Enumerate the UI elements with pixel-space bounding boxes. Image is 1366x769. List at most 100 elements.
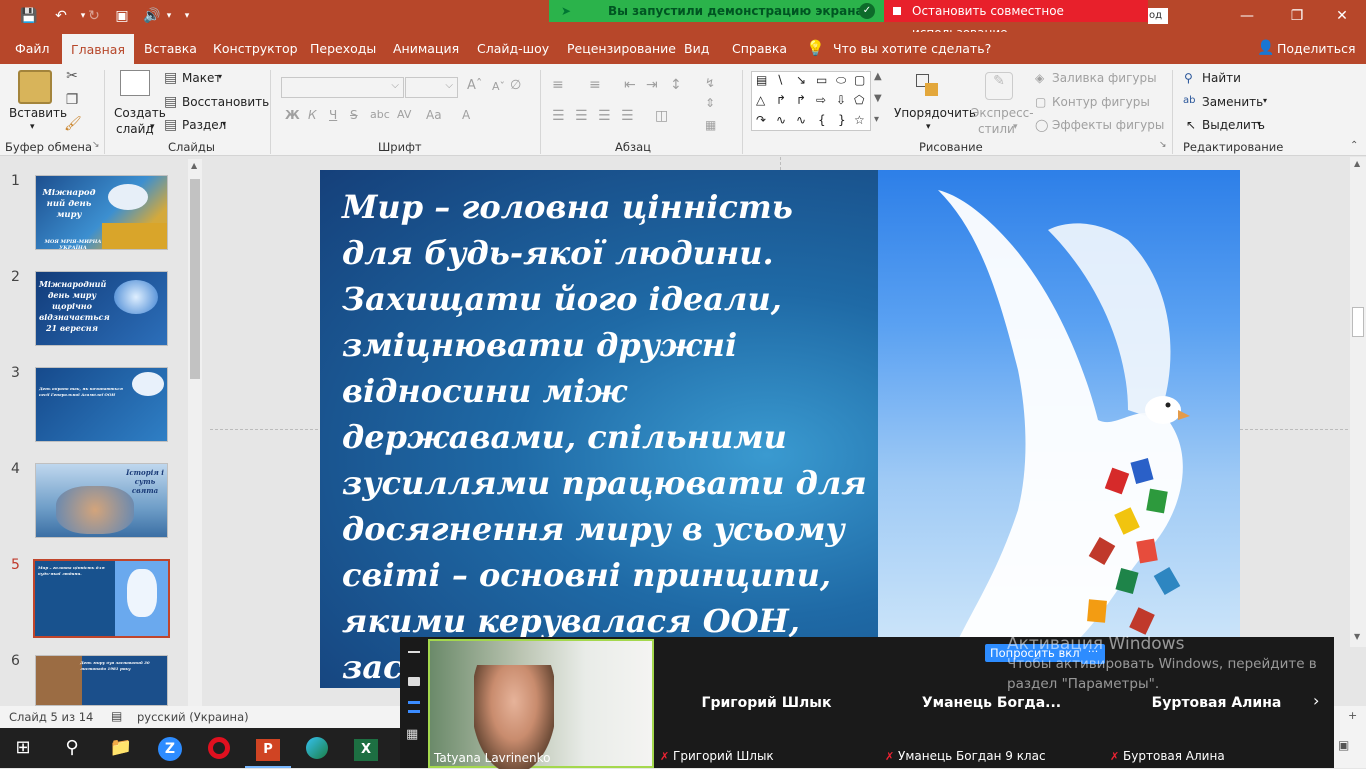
redo-icon[interactable]: ↻ (83, 6, 105, 26)
indent-increase-icon[interactable]: ⇥ (646, 77, 658, 93)
columns-icon[interactable]: ◫ (655, 108, 668, 124)
replace-dropdown-icon[interactable]: ▾ (1263, 96, 1267, 105)
slide-thumbnail-1[interactable]: Міжнарод ний день миру МОЯ МРІЯ-МИРНА УК… (35, 175, 168, 250)
star-shape-icon[interactable]: ☆ (854, 113, 865, 127)
select-dropdown-icon[interactable]: ▾ (1257, 119, 1261, 128)
numbering-icon[interactable]: ≡ (589, 77, 601, 93)
elbow-connector-icon[interactable]: ↱ (776, 93, 786, 107)
quick-styles-label-1[interactable]: Экспресс- (971, 106, 1034, 120)
scroll-up-icon[interactable]: ▲ (191, 161, 197, 170)
current-slide[interactable]: Мир – головна цінність для будь-якої люд… (320, 170, 1240, 688)
participant-tile[interactable]: Григорий Шлык ✗ Григорий Шлык (654, 637, 879, 768)
gallery-down-icon[interactable]: ▼ (874, 93, 882, 104)
new-slide-label-2[interactable]: слайд (116, 122, 154, 136)
tab-slideshow[interactable]: Слайд-шоу (477, 32, 549, 64)
collapse-ribbon-icon[interactable]: ⌃ (1350, 140, 1358, 151)
reset-button[interactable]: Восстановить (182, 95, 269, 109)
self-video-tile[interactable]: Tatyana Lavrinenko (428, 639, 654, 769)
font-color-button[interactable]: A (462, 108, 470, 122)
search-icon[interactable]: ⚲ (49, 728, 95, 768)
bullets-icon[interactable]: ≡ (552, 77, 564, 93)
account-name-fragment[interactable]: од (1148, 8, 1168, 24)
save-icon[interactable]: 💾 (18, 6, 40, 26)
tell-me-search[interactable]: Что вы хотите сделать? (833, 32, 991, 64)
oval-shape-icon[interactable]: ⬭ (836, 73, 846, 88)
new-slide-dropdown-icon[interactable]: ▾ (150, 122, 155, 132)
quick-styles-label-2[interactable]: стили (978, 122, 1015, 136)
tab-insert[interactable]: Вставка (144, 32, 197, 64)
slide-thumbnail-5-selected[interactable]: Мир – головна цінність для будь-якої люд… (33, 559, 170, 638)
left-brace-icon[interactable]: { (818, 113, 826, 127)
select-button[interactable]: Выделить (1202, 118, 1265, 132)
customize-toolbar-icon[interactable]: ▾ (176, 6, 198, 26)
pentagon-shape-icon[interactable]: ⬠ (854, 93, 864, 107)
shape-effects-button[interactable]: Эффекты фигуры (1052, 118, 1164, 132)
new-slide-label-1[interactable]: Создать (114, 106, 166, 120)
strip-view-icon[interactable] (408, 701, 420, 713)
right-brace-icon[interactable]: } (838, 113, 846, 127)
line-shape-icon[interactable]: ∖ (776, 73, 784, 87)
shadow-button[interactable]: abc (370, 108, 390, 121)
fit-slide-icon[interactable]: ▣ (1338, 738, 1349, 752)
slide-thumbnail-2[interactable]: Міжнародний день миру щорічно відзначаєт… (35, 271, 168, 346)
copy-icon[interactable]: ❐ (64, 92, 80, 108)
section-button[interactable]: Раздел (182, 118, 226, 132)
grow-font-icon[interactable]: Aˆ (467, 78, 482, 93)
triangle-shape-icon[interactable]: △ (756, 93, 765, 107)
right-arrow-shape-icon[interactable]: ⇨ (816, 93, 826, 107)
elbow-arrow-icon[interactable]: ↱ (796, 93, 806, 107)
shape-fill-button[interactable]: Заливка фигуры (1052, 71, 1157, 85)
tab-view[interactable]: Вид (684, 32, 709, 64)
windows-start-icon[interactable]: ⊞ (0, 728, 46, 768)
cut-icon[interactable]: ✂ (64, 68, 80, 84)
underline-button[interactable]: Ч (329, 108, 337, 122)
arrow-shape-icon[interactable]: ↘ (796, 73, 806, 87)
vertical-scrollbar[interactable]: ▲ ▼ (1350, 157, 1366, 647)
change-case-button[interactable]: Aa (426, 108, 442, 122)
text-direction-icon[interactable]: ↯ (705, 76, 715, 90)
arrange-dropdown-icon[interactable]: ▾ (926, 122, 931, 132)
curve-shape-icon[interactable]: ∿ (776, 113, 786, 127)
align-text-icon[interactable]: ⇕ (705, 96, 715, 110)
replace-button[interactable]: Заменить (1202, 95, 1263, 109)
slide-thumbnail-4[interactable]: Історія і суть свята (35, 463, 168, 538)
spellcheck-icon[interactable]: ▤ (111, 709, 122, 723)
minimize-icon[interactable]: — (1227, 6, 1267, 26)
paste-dropdown-icon[interactable]: ▾ (30, 122, 35, 132)
shape-outline-button[interactable]: Контур фигуры (1052, 95, 1150, 109)
format-painter-icon[interactable]: 🖌 (64, 116, 82, 132)
scroll-thumb[interactable] (1352, 307, 1364, 337)
quick-styles-dropdown-icon[interactable]: ▾ (1013, 122, 1018, 132)
strikethrough-button[interactable]: S (350, 108, 358, 122)
speaker-view-icon[interactable] (408, 677, 420, 686)
stop-share-button[interactable]: Остановить совместное использование (884, 0, 1148, 40)
excel-icon[interactable]: X (343, 728, 389, 768)
slide-thumbnail-3[interactable]: День обрано так, як починаються сесії Ге… (35, 367, 168, 442)
slide-thumbnail-6[interactable]: День миру був заснований 30 листопада 19… (35, 655, 168, 706)
gallery-up-icon[interactable]: ▲ (874, 71, 882, 82)
restore-icon[interactable]: ❐ (1277, 6, 1317, 26)
new-slide-icon[interactable] (120, 70, 150, 96)
down-arrow-shape-icon[interactable]: ⇩ (836, 93, 846, 107)
close-icon[interactable]: ✕ (1322, 6, 1362, 26)
find-button[interactable]: Найти (1202, 71, 1241, 85)
rectangle-shape-icon[interactable]: ▭ (816, 73, 827, 87)
smartart-icon[interactable]: ▦ (705, 118, 716, 132)
rounded-rect-shape-icon[interactable]: ▢ (854, 73, 865, 87)
slide-body-text[interactable]: Мир – головна цінність для будь-якої люд… (342, 184, 872, 688)
powerpoint-icon[interactable]: P (245, 728, 291, 768)
tab-transitions[interactable]: Переходы (310, 32, 376, 64)
language-status[interactable]: русский (Украина) (137, 710, 249, 724)
scroll-thumb[interactable] (190, 179, 200, 379)
align-center-icon[interactable]: ☰ (575, 108, 588, 124)
font-size-select[interactable]: ⌵ (405, 77, 458, 98)
zoom-app-icon[interactable]: Z (147, 728, 193, 768)
justify-icon[interactable]: ☰ (621, 108, 634, 124)
share-button[interactable]: Поделиться (1277, 32, 1356, 64)
undo-icon[interactable]: ↶ (50, 6, 72, 26)
paste-label[interactable]: Вставить (9, 106, 67, 120)
align-right-icon[interactable]: ☰ (598, 108, 611, 124)
paste-icon[interactable] (18, 70, 52, 104)
slideshow-start-icon[interactable]: ▣ (111, 6, 133, 26)
tab-file[interactable]: Файл (15, 32, 50, 64)
